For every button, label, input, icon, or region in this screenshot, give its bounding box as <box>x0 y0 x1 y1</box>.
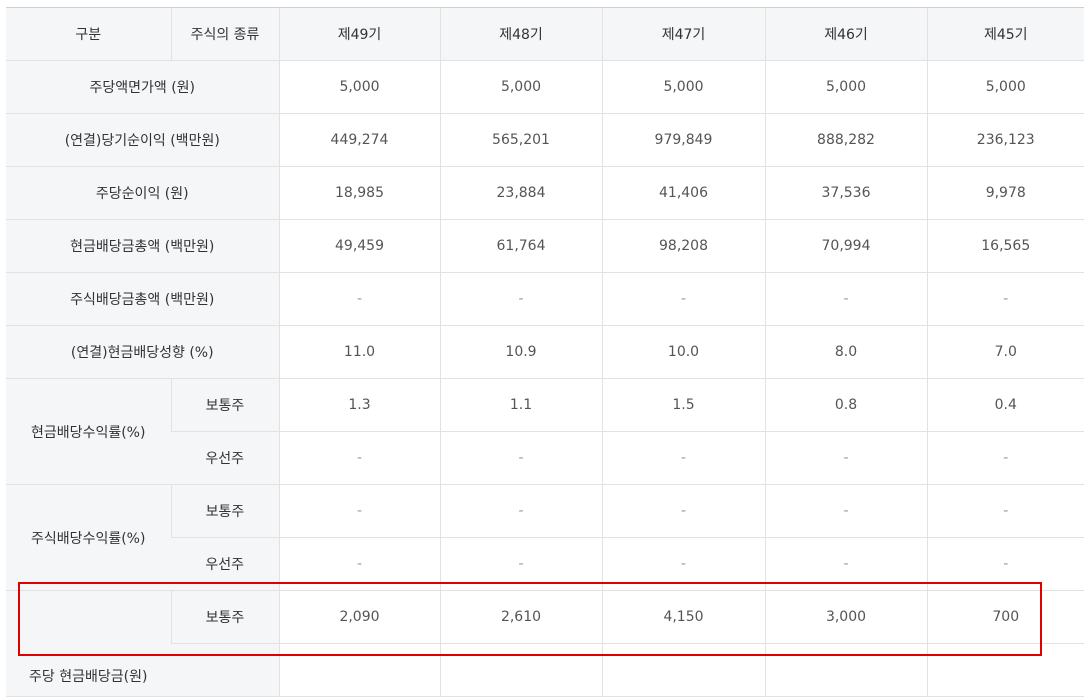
table-row: 현금배당수익률(%) 보통주 1.3 1.1 1.5 0.8 0.4 <box>6 378 1084 485</box>
header-period: 제45기 <box>926 7 1084 61</box>
stock-type-label: 우선주 <box>171 537 279 591</box>
table-cell: - <box>601 272 765 326</box>
table-cell: 979,849 <box>601 113 765 167</box>
table-cell: - <box>764 431 927 485</box>
stock-type-label: 보통주 <box>170 484 279 538</box>
table-cell: - <box>278 537 440 591</box>
table-cell-empty <box>278 643 440 697</box>
table-cell-empty <box>601 643 765 697</box>
table-cell: - <box>926 272 1084 326</box>
table-cell: 700 <box>926 590 1084 644</box>
table-cell: 888,282 <box>764 113 927 167</box>
table-cell: - <box>926 431 1084 485</box>
stock-type-label: 우선주 <box>171 431 279 485</box>
table-cell: 49,459 <box>278 219 440 273</box>
table-cell: 2,090 <box>278 590 440 644</box>
table-cell: 41,406 <box>601 166 765 220</box>
table-row: 주식배당금총액 (백만원) - - - - - <box>6 272 1084 326</box>
table-cell: 1.3 <box>278 378 440 432</box>
row-label: 주식배당수익률(%) <box>6 484 171 591</box>
table-cell: - <box>601 537 765 591</box>
table-cell: 565,201 <box>439 113 602 167</box>
table-row: 주식배당수익률(%) 보통주 - - - - - <box>6 484 1084 591</box>
table-cell: 23,884 <box>439 166 602 220</box>
table-cell: 7.0 <box>926 325 1084 379</box>
table-row: 현금배당금총액 (백만원) 49,459 61,764 98,208 70,99… <box>6 219 1084 273</box>
table-cell: 9,978 <box>926 166 1084 220</box>
table-cell: 4,150 <box>601 590 765 644</box>
row-label: 주당액면가액 (원) <box>6 60 279 114</box>
table-cell: - <box>278 272 440 326</box>
table-cell: 10.9 <box>439 325 602 379</box>
table-cell: 5,000 <box>926 60 1084 114</box>
table-cell: 16,565 <box>926 219 1084 273</box>
table-cell: - <box>601 431 765 485</box>
table-cell: 70,994 <box>764 219 927 273</box>
table-cell: 5,000 <box>601 60 765 114</box>
table-row: (연결)당기순이익 (백만원) 449,274 565,201 979,849 … <box>6 113 1084 167</box>
dividend-table: 구분 주식의 종류 제49기 제48기 제47기 제46기 제45기 주당액면가… <box>6 7 1084 697</box>
row-label: (연결)현금배당성향 (%) <box>6 325 279 379</box>
table-cell: 5,000 <box>278 60 440 114</box>
table-cell: - <box>439 537 602 591</box>
table-cell: 18,985 <box>278 166 440 220</box>
table-cell: 10.0 <box>601 325 765 379</box>
table-cell-empty <box>439 643 602 697</box>
table-cell: 5,000 <box>439 60 602 114</box>
stock-type-label: 보통주 <box>170 378 279 432</box>
table-cell: 5,000 <box>764 60 927 114</box>
table-cell: - <box>278 431 440 485</box>
table-cell: - <box>926 484 1084 538</box>
table-cell: 1.5 <box>601 378 765 432</box>
header-category: 구분 <box>6 7 171 61</box>
table-row: (연결)현금배당성향 (%) 11.0 10.9 10.0 8.0 7.0 <box>6 325 1084 379</box>
table-row: 주당액면가액 (원) 5,000 5,000 5,000 5,000 5,000 <box>6 60 1084 114</box>
table-cell-empty <box>926 643 1084 697</box>
table-header-row: 구분 주식의 종류 제49기 제48기 제47기 제46기 제45기 <box>6 7 1084 61</box>
table-cell: - <box>926 537 1084 591</box>
table-cell: - <box>439 431 602 485</box>
header-period: 제49기 <box>278 7 440 61</box>
row-label: 주당 현금배당금(원) <box>6 590 171 697</box>
table-cell: 37,536 <box>764 166 927 220</box>
row-label: 주식배당금총액 (백만원) <box>6 272 279 326</box>
table-cell: 8.0 <box>764 325 927 379</box>
table-row: 주당 현금배당금(원) 보통주 2,090 2,610 4,150 3,000 … <box>6 590 1084 697</box>
table-cell: - <box>764 272 927 326</box>
header-period: 제48기 <box>439 7 602 61</box>
table-cell: - <box>439 272 602 326</box>
table-cell: 0.8 <box>764 378 927 432</box>
header-period: 제47기 <box>601 7 765 61</box>
table-cell: 61,764 <box>439 219 602 273</box>
table-cell: 1.1 <box>439 378 602 432</box>
table-row: 주당순이익 (원) 18,985 23,884 41,406 37,536 9,… <box>6 166 1084 220</box>
table-cell: - <box>439 484 602 538</box>
row-label: 현금배당수익률(%) <box>6 378 171 485</box>
table-cell: 236,123 <box>926 113 1084 167</box>
table-cell: - <box>278 484 440 538</box>
stock-type-label-empty <box>171 643 279 697</box>
table-cell: 3,000 <box>764 590 927 644</box>
row-label: (연결)당기순이익 (백만원) <box>6 113 279 167</box>
table-cell: 449,274 <box>278 113 440 167</box>
table-cell-empty <box>764 643 927 697</box>
row-label: 현금배당금총액 (백만원) <box>6 219 279 273</box>
header-period: 제46기 <box>764 7 927 61</box>
header-stock-type: 주식의 종류 <box>170 7 279 61</box>
table-cell: 11.0 <box>278 325 440 379</box>
table-cell: - <box>764 484 927 538</box>
table-cell: - <box>764 537 927 591</box>
stock-type-label: 보통주 <box>170 590 279 644</box>
table-cell: - <box>601 484 765 538</box>
table-cell: 98,208 <box>601 219 765 273</box>
row-label: 주당순이익 (원) <box>6 166 279 220</box>
table-cell: 2,610 <box>439 590 602 644</box>
table-cell: 0.4 <box>926 378 1084 432</box>
